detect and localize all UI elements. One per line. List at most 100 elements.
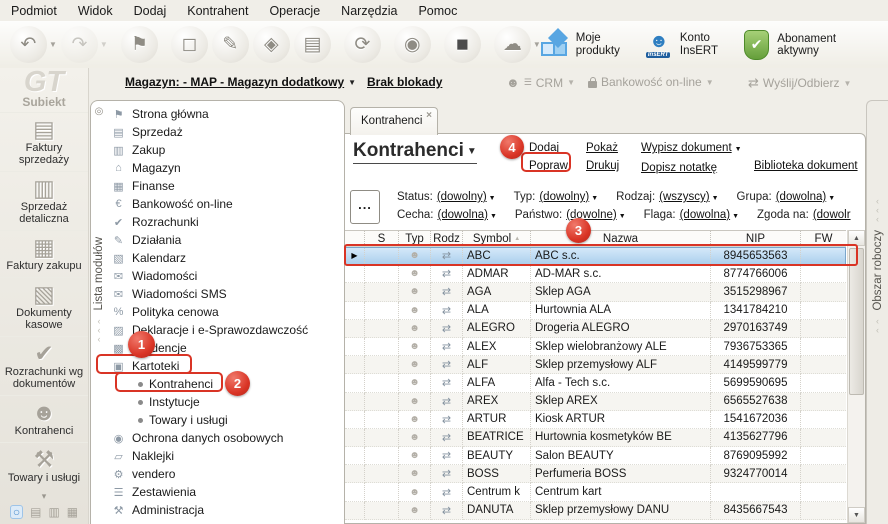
send-receive-button[interactable]: ⇄ Wyślij/Odbierz▼	[748, 75, 851, 91]
menu-item[interactable]: Dodaj	[131, 3, 170, 19]
insert-account-button[interactable]: ☻InsERT Konto InsERT	[646, 31, 718, 58]
tree-item-kalendarz[interactable]: ▧ Kalendarz	[107, 249, 344, 267]
chevron-down-icon[interactable]: ▼	[828, 195, 835, 202]
module-kontrahenci[interactable]: ☻ Kontrahenci	[0, 395, 88, 442]
Perfumeria BOSS[interactable]: ▶ ☻ ⇄ BOSS Perfumeria BOSS 9324770014	[345, 465, 846, 483]
print-button[interactable]: Drukuj	[586, 157, 619, 175]
my-products-button[interactable]: Moje produkty	[541, 31, 620, 58]
menu-item[interactable]: Kontrahent	[184, 3, 251, 19]
Sklep wielobranżowy ALE[interactable]: ▶ ☻ ⇄ ALEX Sklep wielobranżowy ALE 79367…	[345, 338, 846, 356]
lock-status-link[interactable]: Brak blokady	[367, 75, 442, 89]
filter-value-dropdown[interactable]: (dowolna)	[437, 209, 488, 221]
edit-button[interactable]: ✎ ▼	[212, 26, 249, 63]
tree-item-wiadomosci-sms[interactable]: ✉ Wiadomości SMS	[107, 285, 344, 303]
chevron-down-icon[interactable]: ▼	[712, 195, 719, 202]
column-header-typ[interactable]: Typ	[399, 231, 431, 246]
chevron-down-icon[interactable]: ▼	[732, 213, 739, 220]
show-button[interactable]: Pokaż	[586, 139, 619, 157]
tree-item-ochrona-danych[interactable]: ◉ Ochrona danych osobowych	[107, 429, 344, 447]
Kiosk ARTUR[interactable]: ▶ ☻ ⇄ ARTUR Kiosk ARTUR 1541672036	[345, 411, 846, 429]
crm-button[interactable]: ☻☰ CRM▼	[506, 75, 575, 90]
column-header-nip[interactable]: NIP	[711, 231, 801, 246]
issue-document-button[interactable]: Wypisz dokument▼	[641, 139, 742, 159]
workspace-strip[interactable]: ‹ ‹ ‹ Obszar roboczy ‹ ‹	[866, 100, 888, 524]
tree-item-vendero[interactable]: ⚙ vendero	[107, 465, 344, 483]
Hurtownia kosmetyków BE[interactable]: ▶ ☻ ⇄ BEATRICE Hurtownia kosmetyków BE 4…	[345, 429, 846, 447]
back-button[interactable]: ↶ ▼	[10, 26, 57, 63]
Sklep przemysłowy DANU[interactable]: ▶ ☻ ⇄ DANUTA Sklep przemysłowy DANU 8435…	[345, 502, 846, 520]
close-icon[interactable]: ×	[426, 110, 432, 121]
filter-value-dropdown[interactable]: (dowolna)	[776, 191, 827, 203]
tree-item-deklaracje[interactable]: ▨ Deklaracje i e-Sprawozdawczość	[107, 321, 344, 339]
tree-item-instytucje[interactable]: Instytucje	[107, 393, 344, 411]
cube-button[interactable]: ■ ▼	[444, 26, 481, 63]
add-button[interactable]: Dodaj	[529, 139, 568, 157]
tree-item-naklejki[interactable]: ▱ Naklejki	[107, 447, 344, 465]
AD-MAR s.c.[interactable]: ▶ ☻ ⇄ ADMAR AD-MAR s.c. 8774766006	[345, 265, 846, 283]
page-title[interactable]: Kontrahenci▼	[353, 140, 477, 164]
more-filters-button[interactable]: ...	[350, 190, 380, 224]
chevron-down-icon[interactable]: ▼	[49, 40, 57, 49]
Centrum kart[interactable]: ▶ ☻ ⇄ Centrum k Centrum kart	[345, 483, 846, 501]
column-header-symbol[interactable]: Symbol▲	[463, 231, 531, 246]
tree-item-kartoteki[interactable]: ▣ Kartoteki	[107, 357, 344, 375]
tree-item-bankowosc[interactable]: € Bankowość on-line	[107, 195, 344, 213]
edit-button[interactable]: Popraw	[529, 157, 568, 175]
scroll-down-button[interactable]: ▼	[848, 507, 865, 523]
flag-button[interactable]: ⚑ ▼	[121, 26, 158, 63]
menu-item[interactable]: Operacje	[266, 3, 323, 19]
tree-item-rozrachunki[interactable]: ✔ Rozrachunki	[107, 213, 344, 231]
Drogeria ALEGRO[interactable]: ▶ ☻ ⇄ ALEGRO Drogeria ALEGRO 2970163749	[345, 320, 846, 338]
module-towary-i-uslugi[interactable]: ⚒ Towary i usługi	[0, 442, 88, 489]
tree-item-kontrahenci[interactable]: Kontrahenci	[107, 375, 344, 393]
cloud-services-button[interactable]: ☁ ▼	[494, 26, 541, 63]
forward-button[interactable]: ↷ ▼	[61, 26, 108, 63]
Sklep AREX[interactable]: ▶ ☻ ⇄ AREX Sklep AREX 6565527638	[345, 393, 846, 411]
chevron-down-icon[interactable]: ▼	[100, 40, 108, 49]
filter-value-dropdown[interactable]: (wszyscy)	[659, 191, 709, 203]
Hurtownia ALA[interactable]: ▶ ☻ ⇄ ALA Hurtownia ALA 1341784210	[345, 302, 846, 320]
footer-sale-button[interactable]: ▤	[30, 505, 41, 519]
document-library-button[interactable]: Biblioteka dokument	[754, 157, 858, 175]
ABC s.c.[interactable]: ▶ ☻ ⇄ ABC ABC s.c. 8945653563	[345, 247, 846, 265]
Sklep AGA[interactable]: ▶ ☻ ⇄ AGA Sklep AGA 3515298967	[345, 283, 846, 301]
Sklep przemysłowy ALF[interactable]: ▶ ☻ ⇄ ALF Sklep przemysłowy ALF 41495997…	[345, 356, 846, 374]
filter-value-dropdown[interactable]: (dowolr	[813, 209, 851, 221]
chevron-down-icon[interactable]: ▼	[591, 195, 598, 202]
chevron-down-icon[interactable]: ▼	[489, 195, 496, 202]
column-header-rodz[interactable]: Rodz	[431, 231, 463, 246]
tab-kontrahenci[interactable]: Kontrahenci ×	[350, 107, 438, 135]
print-button[interactable]: ▤ ▼	[294, 26, 331, 63]
footer-dot-button[interactable]: ○	[10, 505, 23, 519]
chevron-down-icon[interactable]: ▼	[490, 213, 497, 220]
filter-value-dropdown[interactable]: (dowolny)	[539, 191, 589, 203]
filter-value-dropdown[interactable]: (dowolny)	[437, 191, 487, 203]
Salon BEAUTY[interactable]: ▶ ☻ ⇄ BEAUTY Salon BEAUTY 8769095992	[345, 447, 846, 465]
modules-strip[interactable]: ◎ Lista modułów ‹ ‹ ‹	[91, 101, 107, 524]
chevron-down-icon[interactable]: ▼	[533, 40, 541, 49]
scroll-up-button[interactable]: ▲	[848, 230, 865, 246]
globe-button[interactable]: ◉ ▼	[394, 26, 431, 63]
column-header-marker[interactable]	[345, 231, 365, 246]
add-note-button[interactable]: Dopisz notatkę	[641, 159, 742, 177]
footer-purchase-button[interactable]: ▦	[67, 505, 78, 519]
warehouse-selector[interactable]: Magazyn: - MAP - Magazyn dodatkowy▼	[125, 75, 356, 89]
column-header-s[interactable]: S	[365, 231, 399, 246]
column-header-fw[interactable]: FW	[801, 231, 846, 246]
Alfa - Tech s.c.[interactable]: ▶ ☻ ⇄ ALFA Alfa - Tech s.c. 5699590695	[345, 374, 846, 392]
tree-item-ewidencje[interactable]: ▩ Ewidencje	[107, 339, 344, 357]
tree-item-dzialania[interactable]: ✎ Działania	[107, 231, 344, 249]
banking-button[interactable]: Bankowość on-line▼	[588, 75, 714, 89]
menu-item[interactable]: Widok	[75, 3, 116, 19]
tree-item-administracja[interactable]: ⚒ Administracja	[107, 501, 344, 519]
tree-item-towary-i-uslugi[interactable]: Towary i usługi	[107, 411, 344, 429]
tree-item-finanse[interactable]: ▦ Finanse	[107, 177, 344, 195]
refresh-button[interactable]: ⟳ ▼	[344, 26, 381, 63]
new-document-button[interactable]: ◻ ▼	[171, 26, 208, 63]
scrollbar-thumb[interactable]	[849, 248, 864, 395]
module-rozrachunki[interactable]: ✔ Rozrachunki wg dokumentów	[0, 336, 88, 395]
module-faktury-zakupu[interactable]: ▦ Faktury zakupu	[0, 230, 88, 277]
menu-item[interactable]: Narzędzia	[338, 3, 400, 19]
menu-item[interactable]: Podmiot	[8, 3, 60, 19]
stamp-button[interactable]: ◈ ▼	[253, 26, 290, 63]
